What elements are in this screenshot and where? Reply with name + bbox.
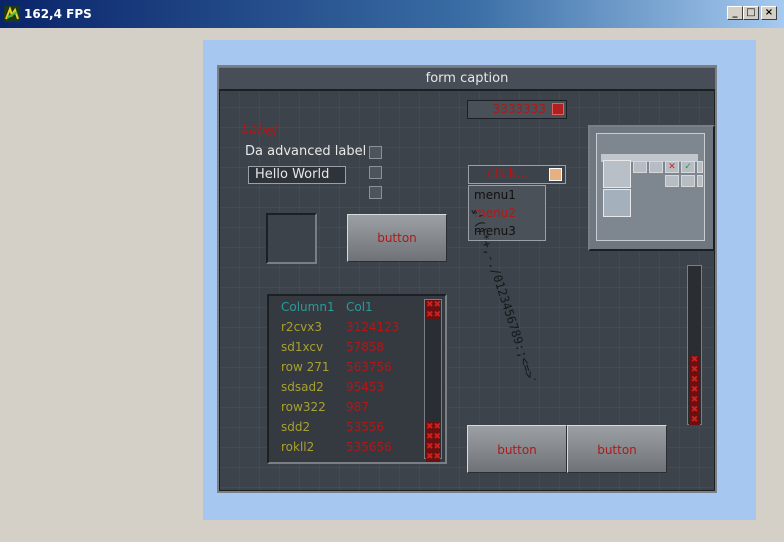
table-row[interactable]: sdd2 [281,417,310,437]
table-row[interactable]: r2cvx3 [281,317,322,337]
sub-window-image-2 [603,189,631,217]
tiny-button-6[interactable] [665,175,679,187]
menu-item-1[interactable]: menu1 [469,186,545,204]
button-bottom-right[interactable]: button [567,425,667,473]
window-title: 162,4 FPS [24,7,92,21]
tiny-button-2[interactable] [649,161,663,173]
table-scroll-up-icon[interactable]: ✖✖ ✖✖ [426,300,441,320]
table-scroll-down-icon[interactable]: ✖✖ ✖✖ ✖✖ ✖✖ [426,422,441,462]
close-button[interactable]: × [761,6,777,20]
spinbox-button[interactable] [552,103,564,115]
form-label: Label [241,121,278,140]
sub-window-frame: ✕ ✓ [596,133,705,241]
table-cell[interactable]: 57858 [346,337,384,357]
hello-world-editbox[interactable]: Hello World [248,166,346,184]
maximize-button[interactable]: □ [743,6,759,20]
combo-value: click... [487,167,529,182]
tiny-button-7[interactable] [681,175,695,187]
table-cell[interactable]: 563756 [346,357,392,377]
tiny-close-icon[interactable]: ✕ [665,161,679,173]
sub-window-image-1 [603,160,631,188]
advanced-label: Da advanced label [245,144,367,159]
spinbox-value: 3333333 [492,102,546,116]
table-cell[interactable]: 95453 [346,377,384,397]
button-bottom-left[interactable]: button [467,425,567,473]
checkbox-3[interactable] [369,186,382,199]
empty-panel [266,213,317,264]
table-cell[interactable]: 987 [346,397,369,417]
table-row[interactable]: sd1xcv [281,337,323,357]
table-row[interactable]: row 271 [281,357,330,377]
table-row[interactable]: sdsad2 [281,377,324,397]
tiny-button-1[interactable] [633,161,647,173]
table-header-col2[interactable]: Col1 [346,297,373,317]
table-cell[interactable]: 3124123 [346,317,399,337]
minimize-button[interactable]: _ [727,6,743,20]
table-row[interactable]: rokll2 [281,437,314,457]
checkbox-1[interactable] [369,146,382,159]
form-caption[interactable]: form caption [219,67,715,91]
table-header-col1[interactable]: Column1 [281,297,335,317]
sub-window[interactable]: ✕ ✓ [588,125,715,251]
window-titlebar[interactable]: 162,4 FPS _ □ × [0,0,784,28]
app-icon [4,6,20,22]
table-row[interactable]: row322 [281,397,326,417]
tiny-check-icon[interactable]: ✓ [681,161,695,173]
checkbox-2[interactable] [369,166,382,179]
tiny-button-8[interactable] [697,175,703,187]
tiny-button-5[interactable] [697,161,703,173]
table-cell[interactable]: 53556 [346,417,384,437]
rotated-text-symbols: !"#$%&'()*+,-./0123456789:;<=>?@ABCDEFGH… [457,210,600,380]
vertical-scroll-thumb-icon[interactable]: ✖ ✖ ✖ ✖ ✖ ✖ ✖ [689,355,700,425]
combo-dropdown-icon[interactable] [549,168,562,181]
table-cell[interactable]: 535656 [346,437,392,457]
